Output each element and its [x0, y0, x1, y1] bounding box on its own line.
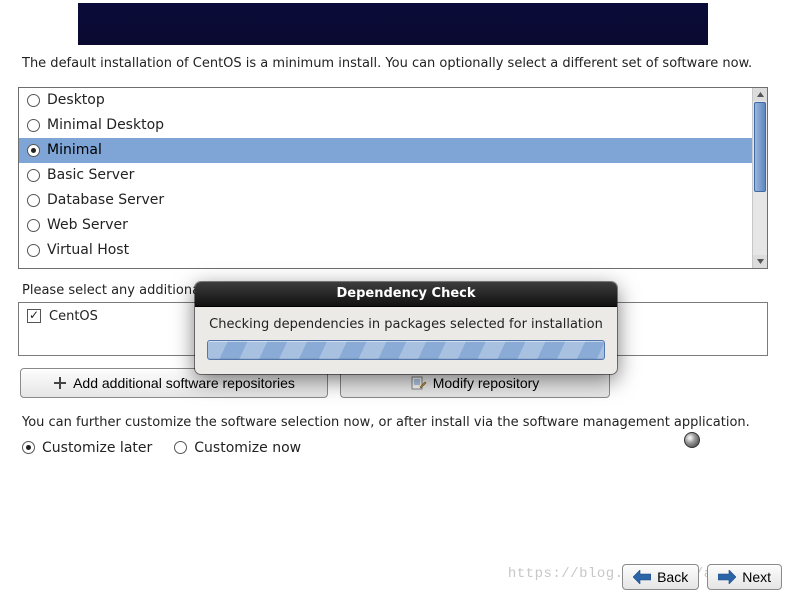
installer-window: The default installation of CentOS is a …	[0, 3, 786, 594]
arrow-right-icon	[718, 570, 736, 584]
scrollbar-track[interactable]	[753, 193, 767, 255]
option-minimal-desktop[interactable]: Minimal Desktop	[19, 113, 752, 138]
radio-icon	[27, 219, 40, 232]
radio-icon	[27, 169, 40, 182]
option-label: Web Server	[47, 215, 128, 236]
radio-icon	[174, 441, 187, 454]
add-repo-label: Add additional software repositories	[73, 375, 295, 391]
scrollbar-thumb[interactable]	[754, 102, 766, 192]
option-label: Minimal Desktop	[47, 115, 164, 136]
option-database-server[interactable]: Database Server	[19, 188, 752, 213]
arrow-left-icon	[633, 570, 651, 584]
next-label: Next	[742, 569, 771, 585]
option-virtual-host[interactable]: Virtual Host	[19, 238, 752, 263]
option-software-development[interactable]: Software Development	[19, 263, 752, 268]
scroll-up-button[interactable]	[753, 88, 767, 101]
dependency-progress-bar	[207, 340, 605, 360]
option-label: Software Development	[47, 265, 207, 268]
list-scrollbar[interactable]	[752, 88, 767, 268]
customize-later-label: Customize later	[42, 440, 152, 456]
software-set-list: Desktop Minimal Desktop Minimal Basic Se…	[18, 87, 768, 269]
option-minimal[interactable]: Minimal	[19, 138, 752, 163]
dependency-check-dialog: Dependency Check Checking dependencies i…	[195, 282, 617, 374]
radio-icon	[27, 194, 40, 207]
chevron-down-icon	[757, 259, 764, 264]
customize-description: You can further customize the software s…	[22, 415, 750, 430]
chevron-up-icon	[757, 92, 764, 97]
dialog-body: Checking dependencies in packages select…	[195, 307, 617, 374]
radio-icon	[27, 144, 40, 157]
option-label: Database Server	[47, 190, 164, 211]
radio-icon	[22, 441, 35, 454]
option-web-server[interactable]: Web Server	[19, 213, 752, 238]
customize-later-radio[interactable]: Customize later	[22, 440, 152, 456]
header-banner	[78, 3, 708, 45]
scroll-down-button[interactable]	[753, 255, 767, 268]
option-label: Desktop	[47, 90, 105, 111]
radio-icon	[27, 94, 40, 107]
plus-icon	[53, 376, 67, 390]
customize-now-label: Customize now	[194, 440, 301, 456]
busy-spinner-icon	[684, 432, 700, 448]
option-desktop[interactable]: Desktop	[19, 88, 752, 113]
option-label: Minimal	[47, 140, 102, 161]
customize-now-radio[interactable]: Customize now	[174, 440, 301, 456]
customize-radio-group: Customize later Customize now	[0, 438, 786, 464]
repo-label: CentOS	[49, 309, 98, 324]
dialog-title: Dependency Check	[195, 282, 617, 307]
option-basic-server[interactable]: Basic Server	[19, 163, 752, 188]
software-set-options[interactable]: Desktop Minimal Desktop Minimal Basic Se…	[19, 88, 752, 268]
nav-buttons: Back Next	[622, 564, 782, 590]
back-button[interactable]: Back	[622, 564, 699, 590]
radio-icon	[27, 119, 40, 132]
option-label: Basic Server	[47, 165, 134, 186]
radio-icon	[27, 244, 40, 257]
back-label: Back	[657, 569, 688, 585]
dialog-message: Checking dependencies in packages select…	[207, 317, 605, 332]
next-button[interactable]: Next	[707, 564, 782, 590]
intro-text: The default installation of CentOS is a …	[0, 55, 786, 81]
modify-repo-label: Modify repository	[433, 375, 540, 391]
pencil-icon	[411, 375, 427, 391]
repo-checkbox[interactable]	[27, 309, 41, 323]
customize-text: You can further customize the software s…	[0, 410, 786, 438]
option-label: Virtual Host	[47, 240, 129, 261]
